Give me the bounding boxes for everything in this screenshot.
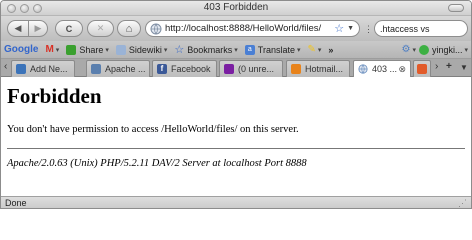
page-icon xyxy=(16,64,26,74)
tab-add-new[interactable]: Add Ne... xyxy=(11,60,75,77)
share-icon xyxy=(66,44,77,55)
highlighter-icon: ✎ xyxy=(307,44,316,55)
gmail-icon: M xyxy=(45,44,54,55)
tab-apache[interactable]: Apache ... xyxy=(86,60,150,77)
hotmail-icon xyxy=(291,64,301,74)
tab-bar: ‹ Add Ne... Apache ... f Facebook (0 unr… xyxy=(1,59,471,77)
share-button[interactable]: Share ▾ xyxy=(66,44,109,55)
translate-icon: a xyxy=(244,44,255,55)
bookmark-star-icon[interactable]: ☆ xyxy=(334,22,344,35)
page-title: Forbidden xyxy=(7,84,102,108)
globe-icon xyxy=(358,64,368,74)
url-history-dropdown-icon[interactable]: ▼ xyxy=(347,25,354,32)
window-title: 403 Forbidden xyxy=(203,2,269,13)
status-bar: Done ⋰ xyxy=(1,196,471,208)
new-tab-icon[interactable]: + xyxy=(446,61,452,72)
chevron-down-icon: ▾ xyxy=(296,46,301,54)
stop-icon: ✕ xyxy=(96,23,105,33)
browser-window: 403 Forbidden ◀ ▶ C ✕ ⌂ http://localhost… xyxy=(0,0,472,209)
navigation-toolbar: ◀ ▶ C ✕ ⌂ http://localhost:8888/HelloWor… xyxy=(1,16,471,41)
tab-overflow[interactable] xyxy=(413,60,431,77)
home-icon: ⌂ xyxy=(125,22,133,35)
scroll-tabs-left-icon[interactable]: ‹ xyxy=(4,61,7,72)
title-bar: 403 Forbidden xyxy=(1,1,471,16)
star-icon: ☆ xyxy=(174,44,185,56)
reload-button[interactable]: C xyxy=(55,20,83,37)
search-input[interactable]: .htaccess vs xyxy=(374,20,468,37)
page-icon xyxy=(91,64,101,74)
google-toolbar: Google M ▾ Share ▾ Sidewiki ▾ ☆ Bookmarks ▾ … xyxy=(1,41,471,59)
facebook-icon: f xyxy=(157,64,167,74)
server-signature: Apache/2.0.63 (Unix) PHP/5.2.11 DAV/2 Se… xyxy=(7,158,307,169)
search-engine-dropdown-icon[interactable]: ⋮ xyxy=(364,24,373,35)
settings-button[interactable]: ⚙ ▾ xyxy=(401,44,415,55)
bookmarks-button[interactable]: ☆ Bookmarks ▾ xyxy=(174,43,237,56)
chevron-down-icon: ▾ xyxy=(234,46,238,54)
site-identity-icon[interactable] xyxy=(150,23,162,35)
forward-arrow-icon: ▶ xyxy=(34,23,42,33)
resize-grip-icon[interactable]: ⋰ xyxy=(458,197,467,208)
divider xyxy=(7,148,465,149)
tab-yahoo-mail[interactable]: (0 unre... xyxy=(219,60,283,77)
tab-403-forbidden[interactable]: 403 ... ⊗ xyxy=(353,60,411,77)
toolbar-toggle-button[interactable] xyxy=(448,4,464,12)
chevron-down-icon: ▾ xyxy=(105,46,109,54)
chevron-down-icon: ▾ xyxy=(55,46,60,54)
scroll-tabs-right-icon[interactable]: › xyxy=(435,61,438,72)
stop-button[interactable]: ✕ xyxy=(87,20,114,37)
chevron-down-icon: ▾ xyxy=(163,46,168,54)
back-arrow-icon: ◀ xyxy=(14,23,22,33)
chevron-down-icon: ▾ xyxy=(464,46,468,54)
tab-facebook[interactable]: f Facebook xyxy=(152,60,217,77)
close-tab-icon[interactable]: ⊗ xyxy=(398,64,406,75)
toolbar-overflow-button[interactable]: » xyxy=(328,45,333,55)
translate-button[interactable]: a Translate ▾ xyxy=(244,44,301,55)
list-all-tabs-icon[interactable]: ▼ xyxy=(460,63,468,72)
page-content: Forbidden You don't have permission to a… xyxy=(1,77,471,196)
forward-button[interactable]: ▶ xyxy=(28,20,48,37)
highlighter-button[interactable]: ✎ ▾ xyxy=(308,44,322,55)
home-button[interactable]: ⌂ xyxy=(117,20,141,37)
status-text: Done xyxy=(5,198,27,208)
sidewiki-icon xyxy=(115,44,126,55)
online-status-icon xyxy=(418,44,429,55)
tab-hotmail[interactable]: Hotmail... xyxy=(286,60,350,77)
url-bar[interactable]: http://localhost:8888/HelloWorld/files/ … xyxy=(145,20,360,37)
sidewiki-button[interactable]: Sidewiki ▾ xyxy=(115,44,168,55)
user-account-button[interactable]: yingki... ▾ xyxy=(418,44,468,55)
page-icon xyxy=(417,64,427,74)
gmail-button[interactable]: M ▾ xyxy=(45,44,59,55)
wrench-icon: ⚙ xyxy=(401,44,411,55)
chevron-down-icon: ▾ xyxy=(412,46,416,54)
search-value: .htaccess vs xyxy=(380,23,430,34)
url-text: http://localhost:8888/HelloWorld/files/ xyxy=(165,23,322,34)
yahoo-icon xyxy=(224,64,234,74)
back-button[interactable]: ◀ xyxy=(7,20,29,37)
reload-icon: C xyxy=(65,23,73,34)
chevron-down-icon: ▾ xyxy=(317,46,322,54)
error-message: You don't have permission to access /Hel… xyxy=(7,124,299,135)
google-logo[interactable]: Google xyxy=(4,44,38,55)
